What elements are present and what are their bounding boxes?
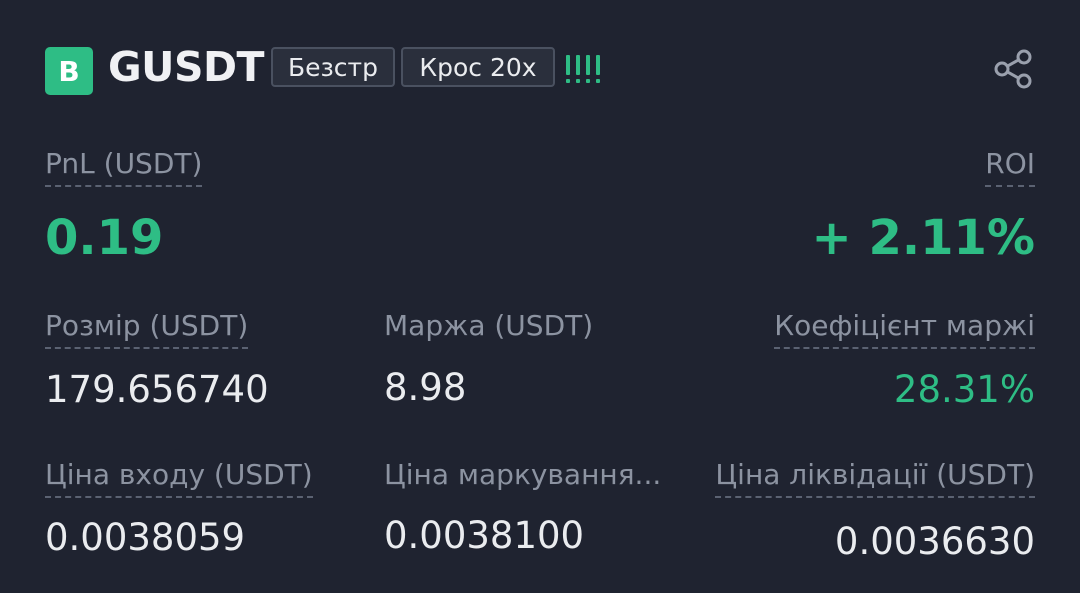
- share-icon[interactable]: [993, 48, 1035, 90]
- size-value: 179.656740: [45, 368, 269, 411]
- margin-ratio-label[interactable]: Коефіцієнт маржі: [774, 309, 1035, 349]
- mark-price-label: Ціна маркування...: [384, 458, 662, 491]
- margin-value: 8.98: [384, 366, 467, 409]
- margin-label: Маржа (USDT): [384, 309, 594, 342]
- mark-price-value: 0.0038100: [384, 514, 585, 557]
- liquidation-price-value: 0.0036630: [834, 520, 1035, 563]
- roi-value: + 2.11%: [811, 210, 1035, 266]
- symbol-title[interactable]: GUSDT: [108, 43, 264, 91]
- risk-indicator-icon: [566, 55, 600, 83]
- entry-price-label[interactable]: Ціна входу (USDT): [45, 458, 313, 498]
- roi-label[interactable]: ROI: [985, 147, 1035, 187]
- contract-type-tag: Безстр: [271, 47, 395, 87]
- margin-ratio-value: 28.31%: [893, 368, 1035, 411]
- position-header: B GUSDT Безстр Крос 20х: [45, 43, 1035, 95]
- pnl-label[interactable]: PnL (USDT): [45, 147, 203, 187]
- margin-mode-tag: Крос 20х: [401, 47, 555, 87]
- side-badge: B: [45, 47, 93, 95]
- entry-price-value: 0.0038059: [45, 516, 246, 559]
- pnl-value: 0.19: [45, 210, 164, 266]
- liquidation-price-label[interactable]: Ціна ліквідації (USDT): [715, 458, 1035, 498]
- size-label[interactable]: Розмір (USDT): [45, 309, 249, 349]
